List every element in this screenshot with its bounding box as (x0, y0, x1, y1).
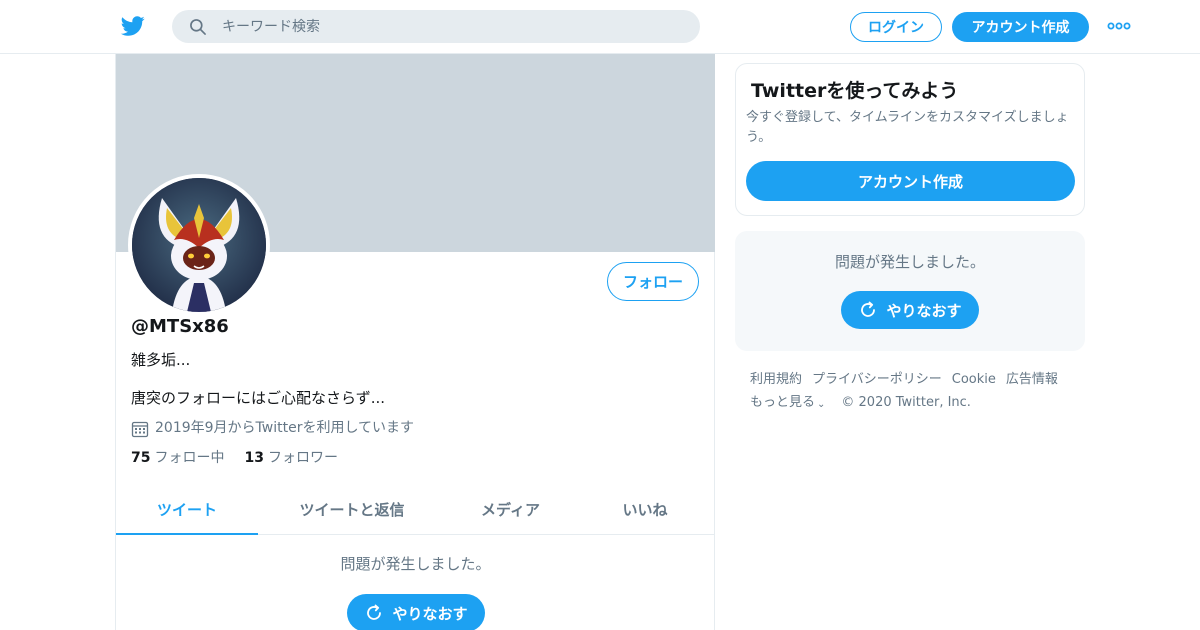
profile-column: フォロー @MTSx86 雑多垢... 唐突のフォローにはご心配なさらず... … (115, 54, 715, 630)
sidebar-retry-label: やりなおす (886, 301, 962, 320)
footer: 利用規約 プライバシーポリシー Cookie 広告情報 もっと見る ⌄ © 202… (750, 368, 1080, 415)
followers-label: フォロワー (267, 450, 338, 466)
tab-likes[interactable]: いいね (575, 484, 715, 534)
refresh-icon (367, 604, 382, 620)
profile-name: 雑多垢... (131, 351, 191, 369)
sidebar-error-text: 問題が発生しました。 (834, 253, 985, 271)
sidebar-retry-button[interactable]: やりなおす (841, 291, 979, 329)
footer-link-privacy[interactable]: プライバシーポリシー (812, 368, 942, 391)
signup-card-description: 今すぐ登録して、タイムラインをカスタマイズしましょう。 (746, 110, 1069, 145)
calendar-icon (131, 421, 149, 437)
followers-count: 13 (244, 450, 264, 466)
profile-bio: 唐突のフォローにはご心配なさらず... (131, 389, 386, 407)
avatar-image (132, 178, 266, 312)
refresh-icon (861, 301, 876, 317)
following-label: フォロー中 (154, 450, 225, 466)
top-navigation-bar: ログイン アカウント作成 (0, 0, 1200, 54)
footer-copyright: © 2020 Twitter, Inc. (841, 395, 971, 410)
login-button[interactable]: ログイン (850, 12, 942, 42)
search-input[interactable] (222, 10, 682, 43)
signup-card: Twitterを使ってみよう 今すぐ登録して、タイムラインをカスタマイズしましょ… (735, 63, 1085, 216)
footer-more-link[interactable]: もっと見る ⌄ (750, 391, 825, 415)
followers-stat[interactable]: 13 フォロワー (244, 447, 337, 467)
chevron-down-icon: ⌄ (817, 399, 826, 410)
footer-link-cookie[interactable]: Cookie (952, 368, 996, 391)
timeline-error-text: 問題が発生しました。 (340, 555, 491, 573)
timeline-retry-button[interactable]: やりなおす (347, 594, 485, 630)
timeline-retry-label: やりなおす (392, 604, 468, 623)
profile-stats: 75 フォロー中 13 フォロワー (131, 447, 338, 467)
tab-tweets[interactable]: ツイート (116, 484, 258, 535)
twitter-bird-icon[interactable] (119, 14, 147, 38)
search-icon (190, 19, 206, 35)
following-count: 75 (131, 450, 151, 466)
joined-date: 2019年9月からTwitterを利用しています (131, 416, 414, 438)
signup-button[interactable]: アカウント作成 (952, 12, 1089, 42)
footer-more-label: もっと見る (750, 395, 816, 410)
tab-media[interactable]: メディア (446, 484, 575, 534)
following-stat[interactable]: 75 フォロー中 (131, 447, 224, 467)
avatar[interactable] (128, 174, 270, 316)
joined-text: 2019年9月からTwitterを利用しています (155, 420, 415, 436)
signup-card-button[interactable]: アカウント作成 (746, 161, 1075, 201)
follow-button[interactable]: フォロー (607, 262, 699, 301)
profile-tabs: ツイート ツイートと返信 メディア いいね (116, 484, 715, 535)
tab-tweets-and-replies[interactable]: ツイートと返信 (258, 484, 446, 534)
sidebar-error-card: 問題が発生しました。 やりなおす (735, 231, 1085, 351)
footer-link-terms[interactable]: 利用規約 (750, 368, 802, 391)
profile-handle: @MTSx86 (131, 316, 229, 337)
more-options-icon[interactable] (1107, 20, 1131, 32)
signup-card-title: Twitterを使ってみよう (751, 80, 959, 102)
footer-link-ads-info[interactable]: 広告情報 (1006, 368, 1058, 391)
search-bar (172, 10, 700, 43)
